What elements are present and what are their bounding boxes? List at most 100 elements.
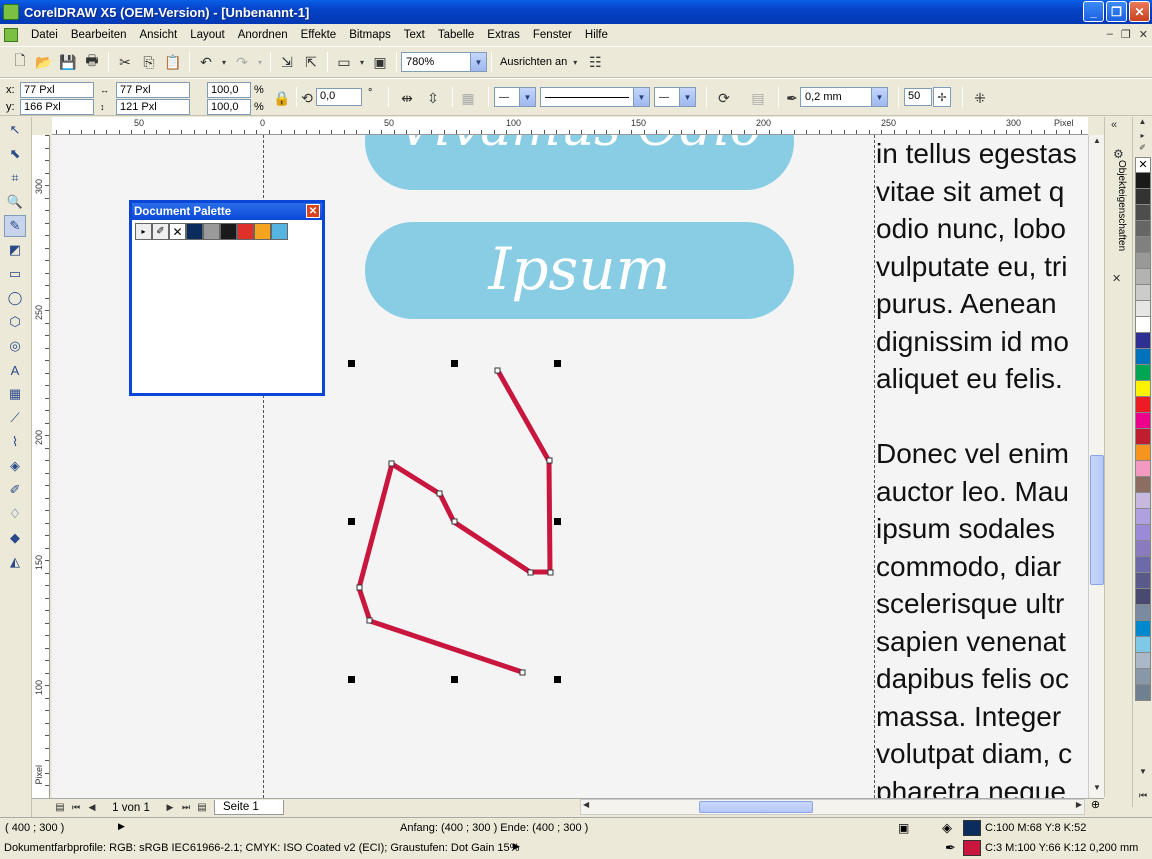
menu-fenster[interactable]: Fenster [528, 29, 580, 41]
palette-swatch[interactable] [1135, 461, 1151, 477]
redo-dropdown-icon[interactable]: ▾ [255, 51, 265, 73]
select-all-nodes-icon[interactable]: ⁜ [969, 87, 991, 109]
palette-swatch[interactable] [1135, 269, 1151, 285]
launcher-dropdown-icon[interactable]: ▾ [357, 51, 367, 73]
palette-swatch[interactable] [1135, 557, 1151, 573]
outline-color-swatch[interactable] [963, 840, 981, 856]
menu-anordnen[interactable]: Anordnen [233, 29, 296, 41]
undo-dropdown-icon[interactable]: ▾ [219, 51, 229, 73]
document-palette-header[interactable]: Document Palette ✕ [132, 203, 322, 220]
palette-swatch[interactable] [1135, 413, 1151, 429]
fill-tool-icon[interactable]: ◆ [4, 527, 26, 549]
palette-swatch[interactable] [1135, 173, 1151, 189]
profile-expand-icon[interactable]: ▶ [513, 841, 520, 852]
page-tab-seite-1[interactable]: Seite 1 [214, 800, 284, 815]
maximize-button[interactable]: ❐ [1106, 1, 1127, 22]
minimize-button[interactable]: _ [1083, 1, 1104, 22]
palette-swatch[interactable] [1135, 349, 1151, 365]
width-input[interactable]: 77 Pxl [116, 82, 190, 98]
mdi-minimize-icon[interactable]: – [1107, 28, 1113, 41]
palette-swatch[interactable] [1135, 253, 1151, 269]
palette-swatch[interactable] [237, 223, 254, 240]
selection-handle[interactable] [348, 518, 355, 525]
selection-handle[interactable] [554, 676, 561, 683]
palette-swatch[interactable] [1135, 589, 1151, 605]
palette-swatch[interactable] [1135, 301, 1151, 317]
palette-swatch[interactable] [1135, 685, 1151, 701]
scale-x-input[interactable]: 100,0 [207, 82, 251, 98]
horizontal-scroll-thumb[interactable] [699, 801, 813, 813]
dimension-tool-icon[interactable]: ⟋ [4, 407, 26, 429]
open-icon[interactable]: 📂 [33, 51, 55, 73]
previous-page-icon[interactable]: ◀ [85, 797, 99, 819]
palette-swatch[interactable] [1135, 669, 1151, 685]
options-icon[interactable]: ☷ [584, 51, 606, 73]
palette-menu-icon[interactable]: ▸ [135, 223, 152, 240]
smoothing-input[interactable]: 50 [904, 88, 932, 106]
copy-icon[interactable]: ⎘ [138, 51, 160, 73]
palette-swatch[interactable] [1135, 429, 1151, 445]
palette-swatch[interactable] [1135, 365, 1151, 381]
docker-collapse-icon[interactable]: « [1111, 119, 1117, 131]
y-position-input[interactable]: 166 Pxl [20, 99, 94, 115]
last-page-icon[interactable]: ⏭ [179, 797, 193, 819]
palette-swatch[interactable] [1135, 237, 1151, 253]
docker-close-icon[interactable]: ✕ [1112, 272, 1121, 285]
freehand-tool-icon[interactable]: ✎ [4, 215, 26, 237]
palette-swatch[interactable] [1135, 189, 1151, 205]
menu-effekte[interactable]: Effekte [296, 29, 345, 41]
ellipse-tool-icon[interactable]: ◯ [4, 287, 26, 309]
pick-tool-icon[interactable]: ↖ [4, 119, 26, 141]
menu-bitmaps[interactable]: Bitmaps [344, 29, 399, 41]
menu-extras[interactable]: Extras [482, 29, 528, 41]
scroll-down-icon[interactable]: ▼ [1090, 783, 1104, 797]
menu-datei[interactable]: Datei [26, 29, 66, 41]
chevron-down-icon[interactable]: ▼ [519, 88, 535, 106]
x-position-input[interactable]: 77 Pxl [20, 82, 94, 98]
object-info-icon[interactable]: ▣ [898, 821, 909, 835]
scale-y-input[interactable]: 100,0 [207, 99, 251, 115]
add-page-after-icon[interactable]: ▤ [195, 797, 209, 819]
status-expand-icon[interactable]: ▶ [118, 821, 125, 832]
palette-swatch[interactable] [1135, 445, 1151, 461]
smoothing-slider-icon[interactable]: ✢ [933, 87, 951, 107]
selection-handle[interactable] [554, 360, 561, 367]
palette-swatch[interactable] [1135, 637, 1151, 653]
document-icon[interactable] [4, 28, 18, 42]
palette-swatch[interactable] [1135, 397, 1151, 413]
palette-swatch[interactable] [1135, 285, 1151, 301]
first-page-icon[interactable]: ⏮ [69, 797, 83, 819]
lock-ratio-icon[interactable]: 🔒 [271, 87, 293, 109]
palette-swatch[interactable] [1135, 221, 1151, 237]
start-arrow-combo[interactable]: — ▼ [494, 87, 536, 107]
no-color-swatch[interactable]: ✕ [1135, 157, 1151, 173]
end-arrow-combo[interactable]: — ▼ [654, 87, 696, 107]
save-icon[interactable]: 💾 [57, 51, 79, 73]
palette-swatch[interactable] [1135, 493, 1151, 509]
redo-icon[interactable]: ↷ [231, 51, 253, 73]
selection-handle[interactable] [451, 360, 458, 367]
rectangle-tool-icon[interactable]: ▭ [4, 263, 26, 285]
basic-shapes-tool-icon[interactable]: ◎ [4, 335, 26, 357]
polygon-tool-icon[interactable]: ⬡ [4, 311, 26, 333]
chevron-down-icon[interactable]: ▼ [633, 88, 649, 106]
palette-swatch[interactable] [1135, 333, 1151, 349]
palette-swatch[interactable] [1135, 653, 1151, 669]
horizontal-ruler[interactable]: 50 0 50 100 150 200 250 300 Pixel [52, 117, 1088, 135]
scroll-left-icon[interactable]: ◀ [583, 800, 589, 809]
palette-swatch[interactable] [1135, 573, 1151, 589]
palette-flyout-icon[interactable]: ▸ [1133, 131, 1152, 143]
fill-color-swatch[interactable] [963, 820, 981, 836]
text-tool-icon[interactable]: A [4, 359, 26, 381]
reverse-direction-icon[interactable]: ⟳ [713, 87, 735, 109]
chevron-down-icon[interactable]: ▼ [871, 88, 887, 106]
palette-scroll-down-icon[interactable]: ▼ [1135, 767, 1151, 781]
eyedropper-tool-icon[interactable]: ✐ [4, 479, 26, 501]
print-icon[interactable]: 🖶 [81, 51, 103, 73]
cut-icon[interactable]: ✂ [114, 51, 136, 73]
table-tool-icon[interactable]: ▦ [4, 383, 26, 405]
palette-swatch[interactable] [220, 223, 237, 240]
menu-hilfe[interactable]: Hilfe [580, 29, 616, 41]
ruler-origin[interactable] [32, 117, 52, 135]
smart-fill-tool-icon[interactable]: ◩ [4, 239, 26, 261]
